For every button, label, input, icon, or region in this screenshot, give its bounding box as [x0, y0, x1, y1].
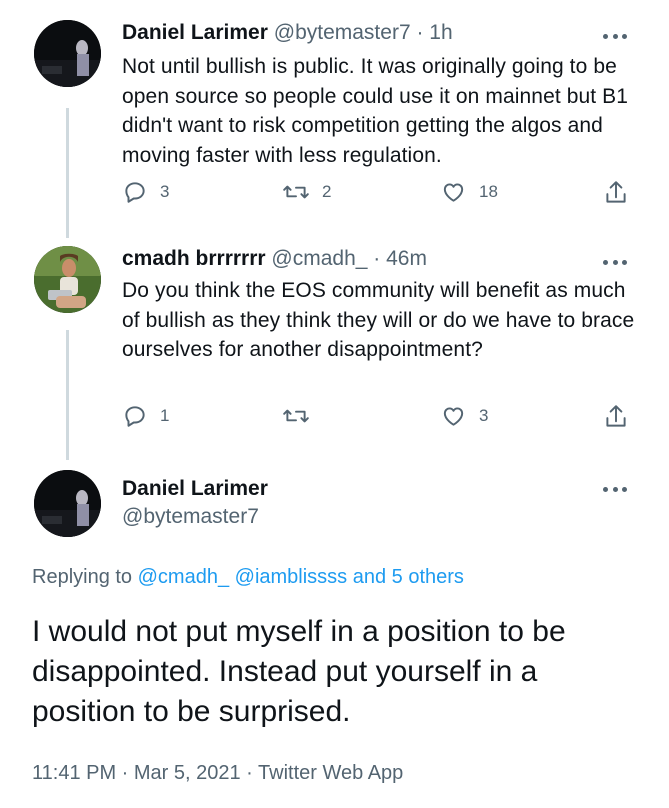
- more-icon[interactable]: [603, 257, 627, 267]
- retweet-button[interactable]: 2: [282, 179, 331, 205]
- reply-icon: [125, 406, 145, 427]
- share-button[interactable]: [603, 403, 629, 431]
- like-icon: [443, 407, 464, 426]
- like-count: 18: [479, 182, 498, 201]
- thread-line: [66, 108, 69, 238]
- replying-to-links[interactable]: @cmadh_ @iamblissss and 5 others: [138, 566, 464, 588]
- tweet-text: Not until bullish is public. It was orig…: [122, 55, 629, 167]
- replying-to: Replying to @cmadh_ @iamblissss and 5 ot…: [32, 566, 464, 589]
- tweet-header: Daniel Larimer @bytemaster7 · 1h: [122, 20, 453, 46]
- author-handle-time[interactable]: @bytemaster7 · 1h: [274, 21, 453, 44]
- reply-button[interactable]: 3: [122, 179, 169, 205]
- replying-prefix: Replying to: [32, 566, 133, 588]
- main-author-handle[interactable]: @bytemaster7: [122, 505, 259, 529]
- thread-line: [66, 330, 69, 460]
- like-button[interactable]: 3: [440, 403, 488, 429]
- tweet-actions: 1 3: [122, 403, 637, 433]
- like-icon: [443, 183, 464, 202]
- retweet-icon: [283, 409, 309, 423]
- tweet-header: cmadh brrrrrrr @cmadh_ · 46m: [122, 246, 427, 272]
- main-tweet-text: I would not put myself in a position to …: [32, 615, 566, 728]
- like-button[interactable]: 18: [440, 179, 498, 205]
- more-icon[interactable]: [603, 31, 627, 41]
- share-button[interactable]: [603, 179, 629, 207]
- tweet-text: Do you think the EOS community will bene…: [122, 279, 635, 361]
- more-icon[interactable]: [603, 484, 627, 494]
- like-count: 3: [479, 406, 489, 425]
- reply-button[interactable]: 1: [122, 403, 169, 429]
- avatar-cmadh[interactable]: [34, 246, 101, 313]
- reply-count: 1: [160, 406, 170, 425]
- tweet-actions: 3 2 18: [122, 179, 637, 209]
- avatar-daniel-larimer[interactable]: [34, 20, 101, 87]
- retweet-count: 2: [322, 182, 332, 201]
- retweet-icon: [283, 185, 309, 199]
- share-icon: [606, 405, 626, 427]
- reply-count: 3: [160, 182, 170, 201]
- share-icon: [606, 181, 626, 203]
- tweet-timestamp[interactable]: 11:41 PM · Mar 5, 2021 · Twitter Web App: [32, 762, 403, 785]
- author-name[interactable]: Daniel Larimer: [122, 21, 268, 44]
- author-handle-time[interactable]: @cmadh_ · 46m: [271, 247, 427, 270]
- avatar-daniel-larimer[interactable]: [34, 470, 101, 537]
- author-name[interactable]: cmadh brrrrrrr: [122, 247, 266, 270]
- retweet-button[interactable]: [282, 403, 310, 429]
- main-author-name[interactable]: Daniel Larimer: [122, 477, 268, 501]
- reply-icon: [125, 182, 145, 203]
